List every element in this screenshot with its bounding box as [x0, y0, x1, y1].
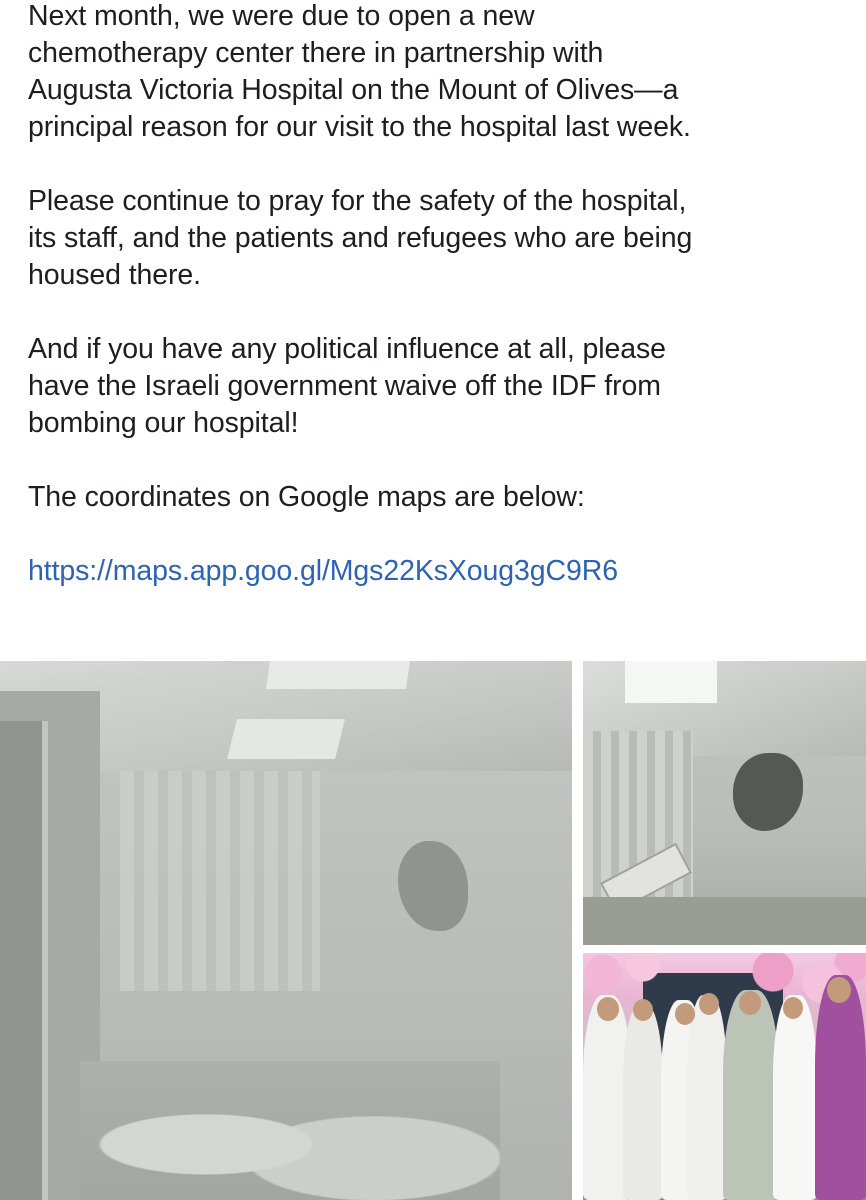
- post-paragraph: Next month, we were due to open a new ch…: [28, 0, 691, 143]
- post-paragraph: And if you have any political influence …: [28, 333, 666, 439]
- photo-grid: [0, 661, 866, 1200]
- post-body: Next month, we were due to open a new ch…: [28, 0, 858, 590]
- post-container: Next month, we were due to open a new ch…: [0, 0, 866, 1200]
- photo-damaged-room[interactable]: [0, 661, 572, 1200]
- photo-damaged-wall[interactable]: [583, 661, 866, 945]
- photo-hospital-staff-group[interactable]: [583, 953, 866, 1200]
- post-paragraph: The coordinates on Google maps are below…: [28, 481, 585, 513]
- google-maps-link[interactable]: https://maps.app.goo.gl/Mgs22KsXoug3gC9R…: [28, 553, 858, 590]
- post-paragraph: Please continue to pray for the safety o…: [28, 185, 693, 291]
